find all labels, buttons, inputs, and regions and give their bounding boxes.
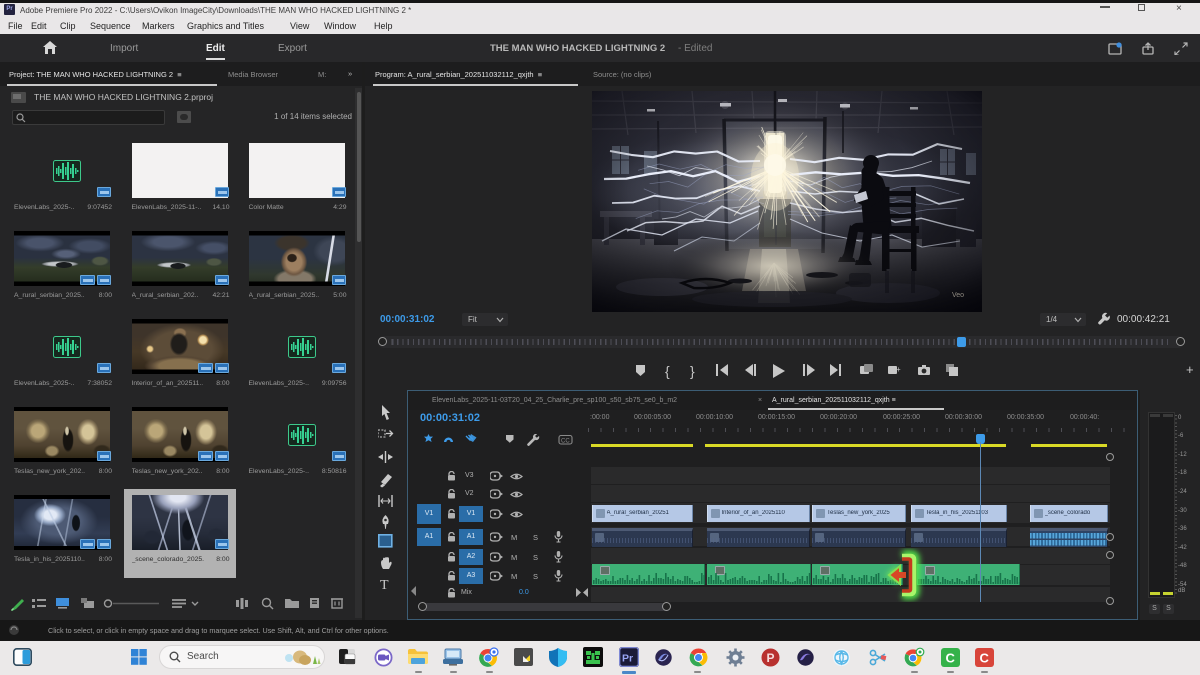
svg-text:Veo: Veo — [952, 292, 964, 299]
svg-text:C: C — [980, 651, 990, 666]
svg-text:C: C — [946, 651, 956, 666]
svg-text:+: + — [896, 365, 901, 374]
svg-text:}: } — [690, 363, 695, 379]
svg-text:P: P — [767, 651, 775, 665]
svg-text:{: { — [665, 363, 670, 379]
svg-text:Pr: Pr — [622, 653, 633, 665]
svg-text:T: T — [380, 578, 389, 593]
svg-text:CC: CC — [561, 439, 570, 445]
